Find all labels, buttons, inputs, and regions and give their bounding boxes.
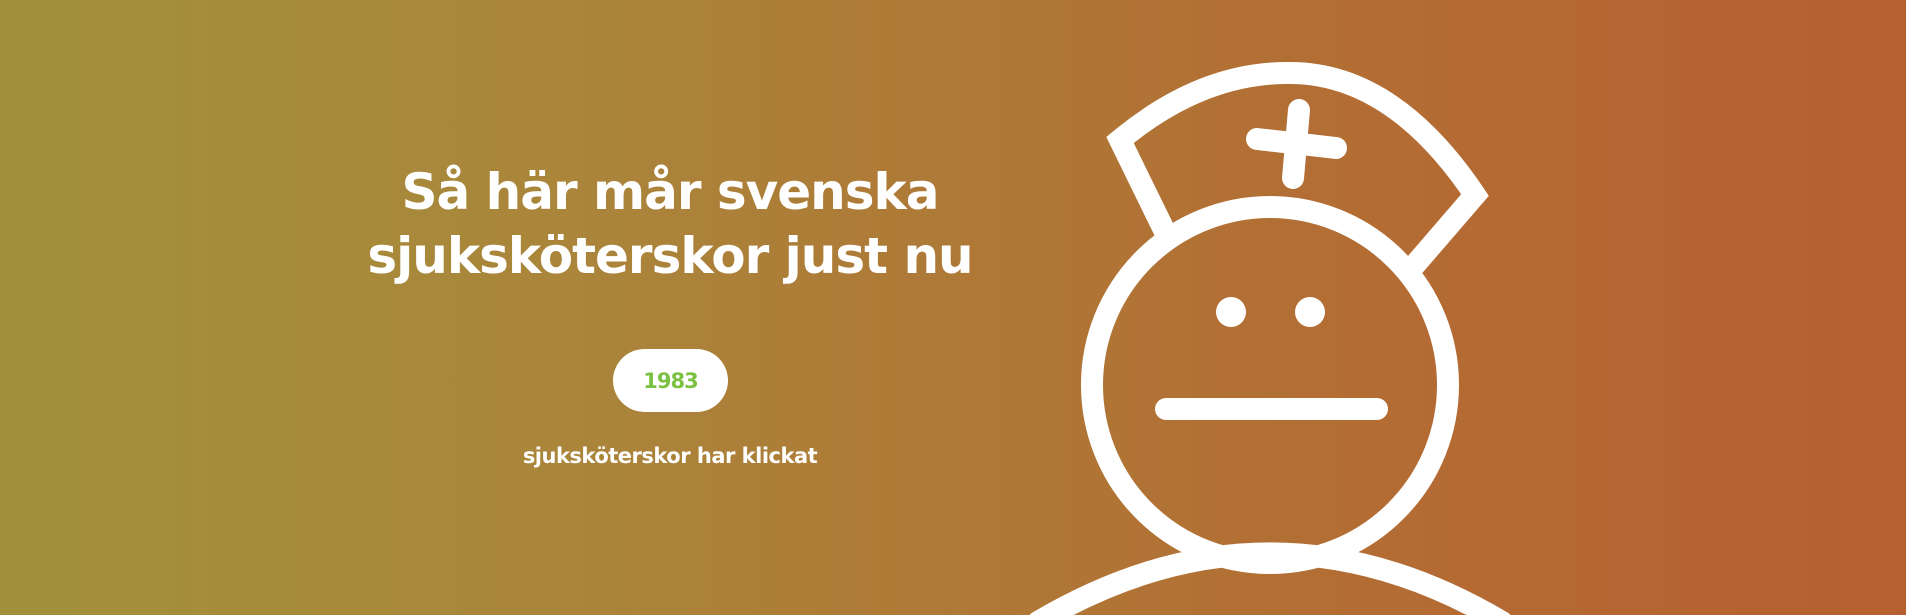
headline-line-1: Så här mår svenska — [401, 163, 939, 221]
click-counter-badge: 1983 — [613, 349, 728, 412]
nurse-neutral-face-icon — [1029, 61, 1511, 615]
cross-horizontal — [1246, 128, 1347, 159]
click-counter-caption: sjuksköterskor har klickat — [522, 444, 818, 468]
right-eye — [1295, 297, 1325, 327]
click-counter-value: 1983 — [643, 368, 698, 393]
head-outline — [1081, 196, 1459, 574]
left-eye — [1216, 297, 1246, 327]
headline-line-2: sjuksköterskor just nu — [367, 227, 973, 285]
page-title: Så här mår svenska sjuksköterskor just n… — [345, 160, 995, 288]
hero-banner: Så här mår svenska sjuksköterskor just n… — [0, 0, 1906, 615]
